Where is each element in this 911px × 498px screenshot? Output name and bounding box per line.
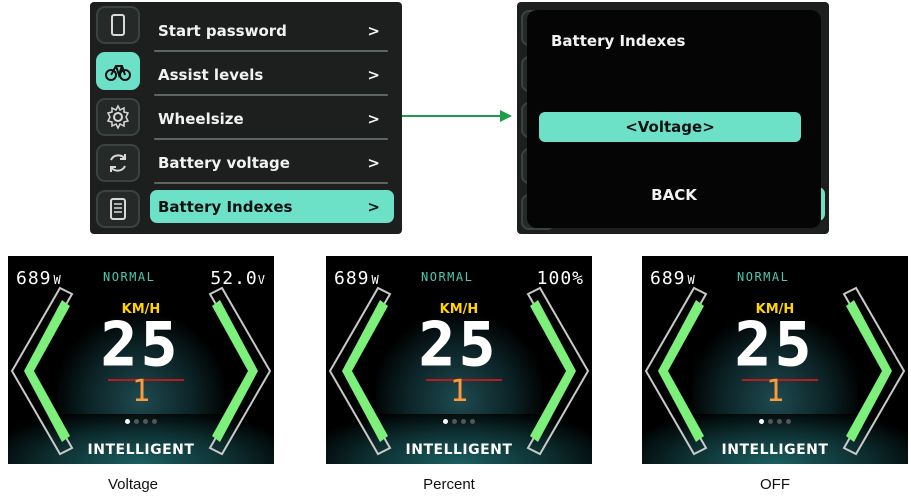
menu-item-assist-levels[interactable]: Assist levels > — [150, 58, 394, 96]
chevron-right-icon: > — [367, 21, 380, 40]
chevron-right-icon: > — [367, 153, 380, 172]
assist-level-value: 1 — [449, 374, 469, 409]
page-indicator — [443, 419, 475, 424]
power-readout: 689 W — [650, 268, 696, 289]
menu-item-label: Start password — [158, 21, 287, 40]
page-dot — [443, 419, 448, 424]
power-readout: 689 W — [334, 268, 380, 289]
caption-off: OFF — [760, 476, 790, 493]
page-dot — [152, 419, 157, 424]
menu-item-label: Wheelsize — [158, 109, 244, 128]
caption-percent: Percent — [423, 476, 475, 493]
chevron-right-icon: > — [367, 109, 380, 128]
assist-level-value: 1 — [131, 374, 151, 409]
menu-item-label: Assist levels — [158, 65, 264, 84]
dashboard-off: 689 W NORMAL KM/H 25 1 INTELLIGENT — [642, 256, 908, 464]
menu-divider — [154, 182, 388, 184]
battery-index-dialog: Battery Indexes <Voltage> BACK — [527, 10, 821, 228]
page-dot — [759, 419, 764, 424]
page-dot — [470, 419, 475, 424]
bicycle-icon[interactable] — [96, 52, 140, 90]
arrow-right-icon — [402, 110, 512, 122]
menu-item-label: Battery Indexes — [158, 197, 293, 216]
assist-level-value: 1 — [765, 374, 785, 409]
menu-item-battery-indexes[interactable]: Battery Indexes > — [150, 190, 394, 223]
menu-divider — [154, 94, 388, 96]
battery-readout: 100% — [536, 268, 584, 289]
page-dot — [461, 419, 466, 424]
page-dot — [777, 419, 782, 424]
menu-item-battery-voltage[interactable]: Battery voltage > — [150, 146, 394, 184]
battery-readout: 52.0V — [210, 268, 266, 289]
mode-label: NORMAL — [103, 270, 156, 284]
speed-value: 25 — [734, 310, 816, 381]
settings-menu-list: Start password > Assist levels > Wheelsi… — [150, 6, 394, 232]
page-dot — [134, 419, 139, 424]
mode-label: NORMAL — [421, 270, 474, 284]
menu-item-wheelsize[interactable]: Wheelsize > — [150, 102, 394, 140]
settings-menu-panel: Start password > Assist levels > Wheelsi… — [90, 2, 402, 234]
assist-mode-label: INTELLIGENT — [721, 442, 829, 458]
speed-value: 25 — [418, 310, 500, 381]
page-dot — [452, 419, 457, 424]
menu-item-label: Battery voltage — [158, 153, 290, 172]
mode-label: NORMAL — [737, 270, 790, 284]
page-dot — [786, 419, 791, 424]
assist-mode-label: INTELLIGENT — [87, 442, 195, 458]
dashboard-percent: 689 W NORMAL 100% KM/H 25 1 INTELLIGENT — [326, 256, 592, 464]
dialog-title: Battery Indexes — [551, 32, 686, 50]
menu-item-start-password[interactable]: Start password > — [150, 14, 394, 52]
page-dot — [768, 419, 773, 424]
menu-divider — [154, 50, 388, 52]
document-icon[interactable] — [96, 190, 140, 228]
dashboard-voltage: 689 W NORMAL 52.0V KM/H 25 1 INTELLIGENT — [8, 256, 274, 464]
power-readout: 689 W — [16, 268, 62, 289]
back-button[interactable]: BACK — [527, 186, 821, 204]
chevron-right-icon: > — [367, 197, 380, 216]
menu-divider — [154, 138, 388, 140]
caption-voltage: Voltage — [107, 476, 159, 493]
chevron-right-icon: > — [367, 65, 380, 84]
battery-index-popup-panel: Battery Indexes <Voltage> BACK — [517, 2, 829, 234]
speed-value: 25 — [100, 310, 182, 381]
assist-mode-label: INTELLIGENT — [405, 442, 513, 458]
settings-icon-column — [92, 4, 144, 232]
gear-icon[interactable] — [96, 98, 140, 136]
voltage-option-button[interactable]: <Voltage> — [539, 112, 801, 142]
refresh-icon[interactable] — [96, 144, 140, 182]
phone-icon[interactable] — [96, 6, 140, 44]
page-dot — [143, 419, 148, 424]
page-indicator — [759, 419, 791, 424]
page-indicator — [125, 419, 157, 424]
page-dot — [125, 419, 130, 424]
